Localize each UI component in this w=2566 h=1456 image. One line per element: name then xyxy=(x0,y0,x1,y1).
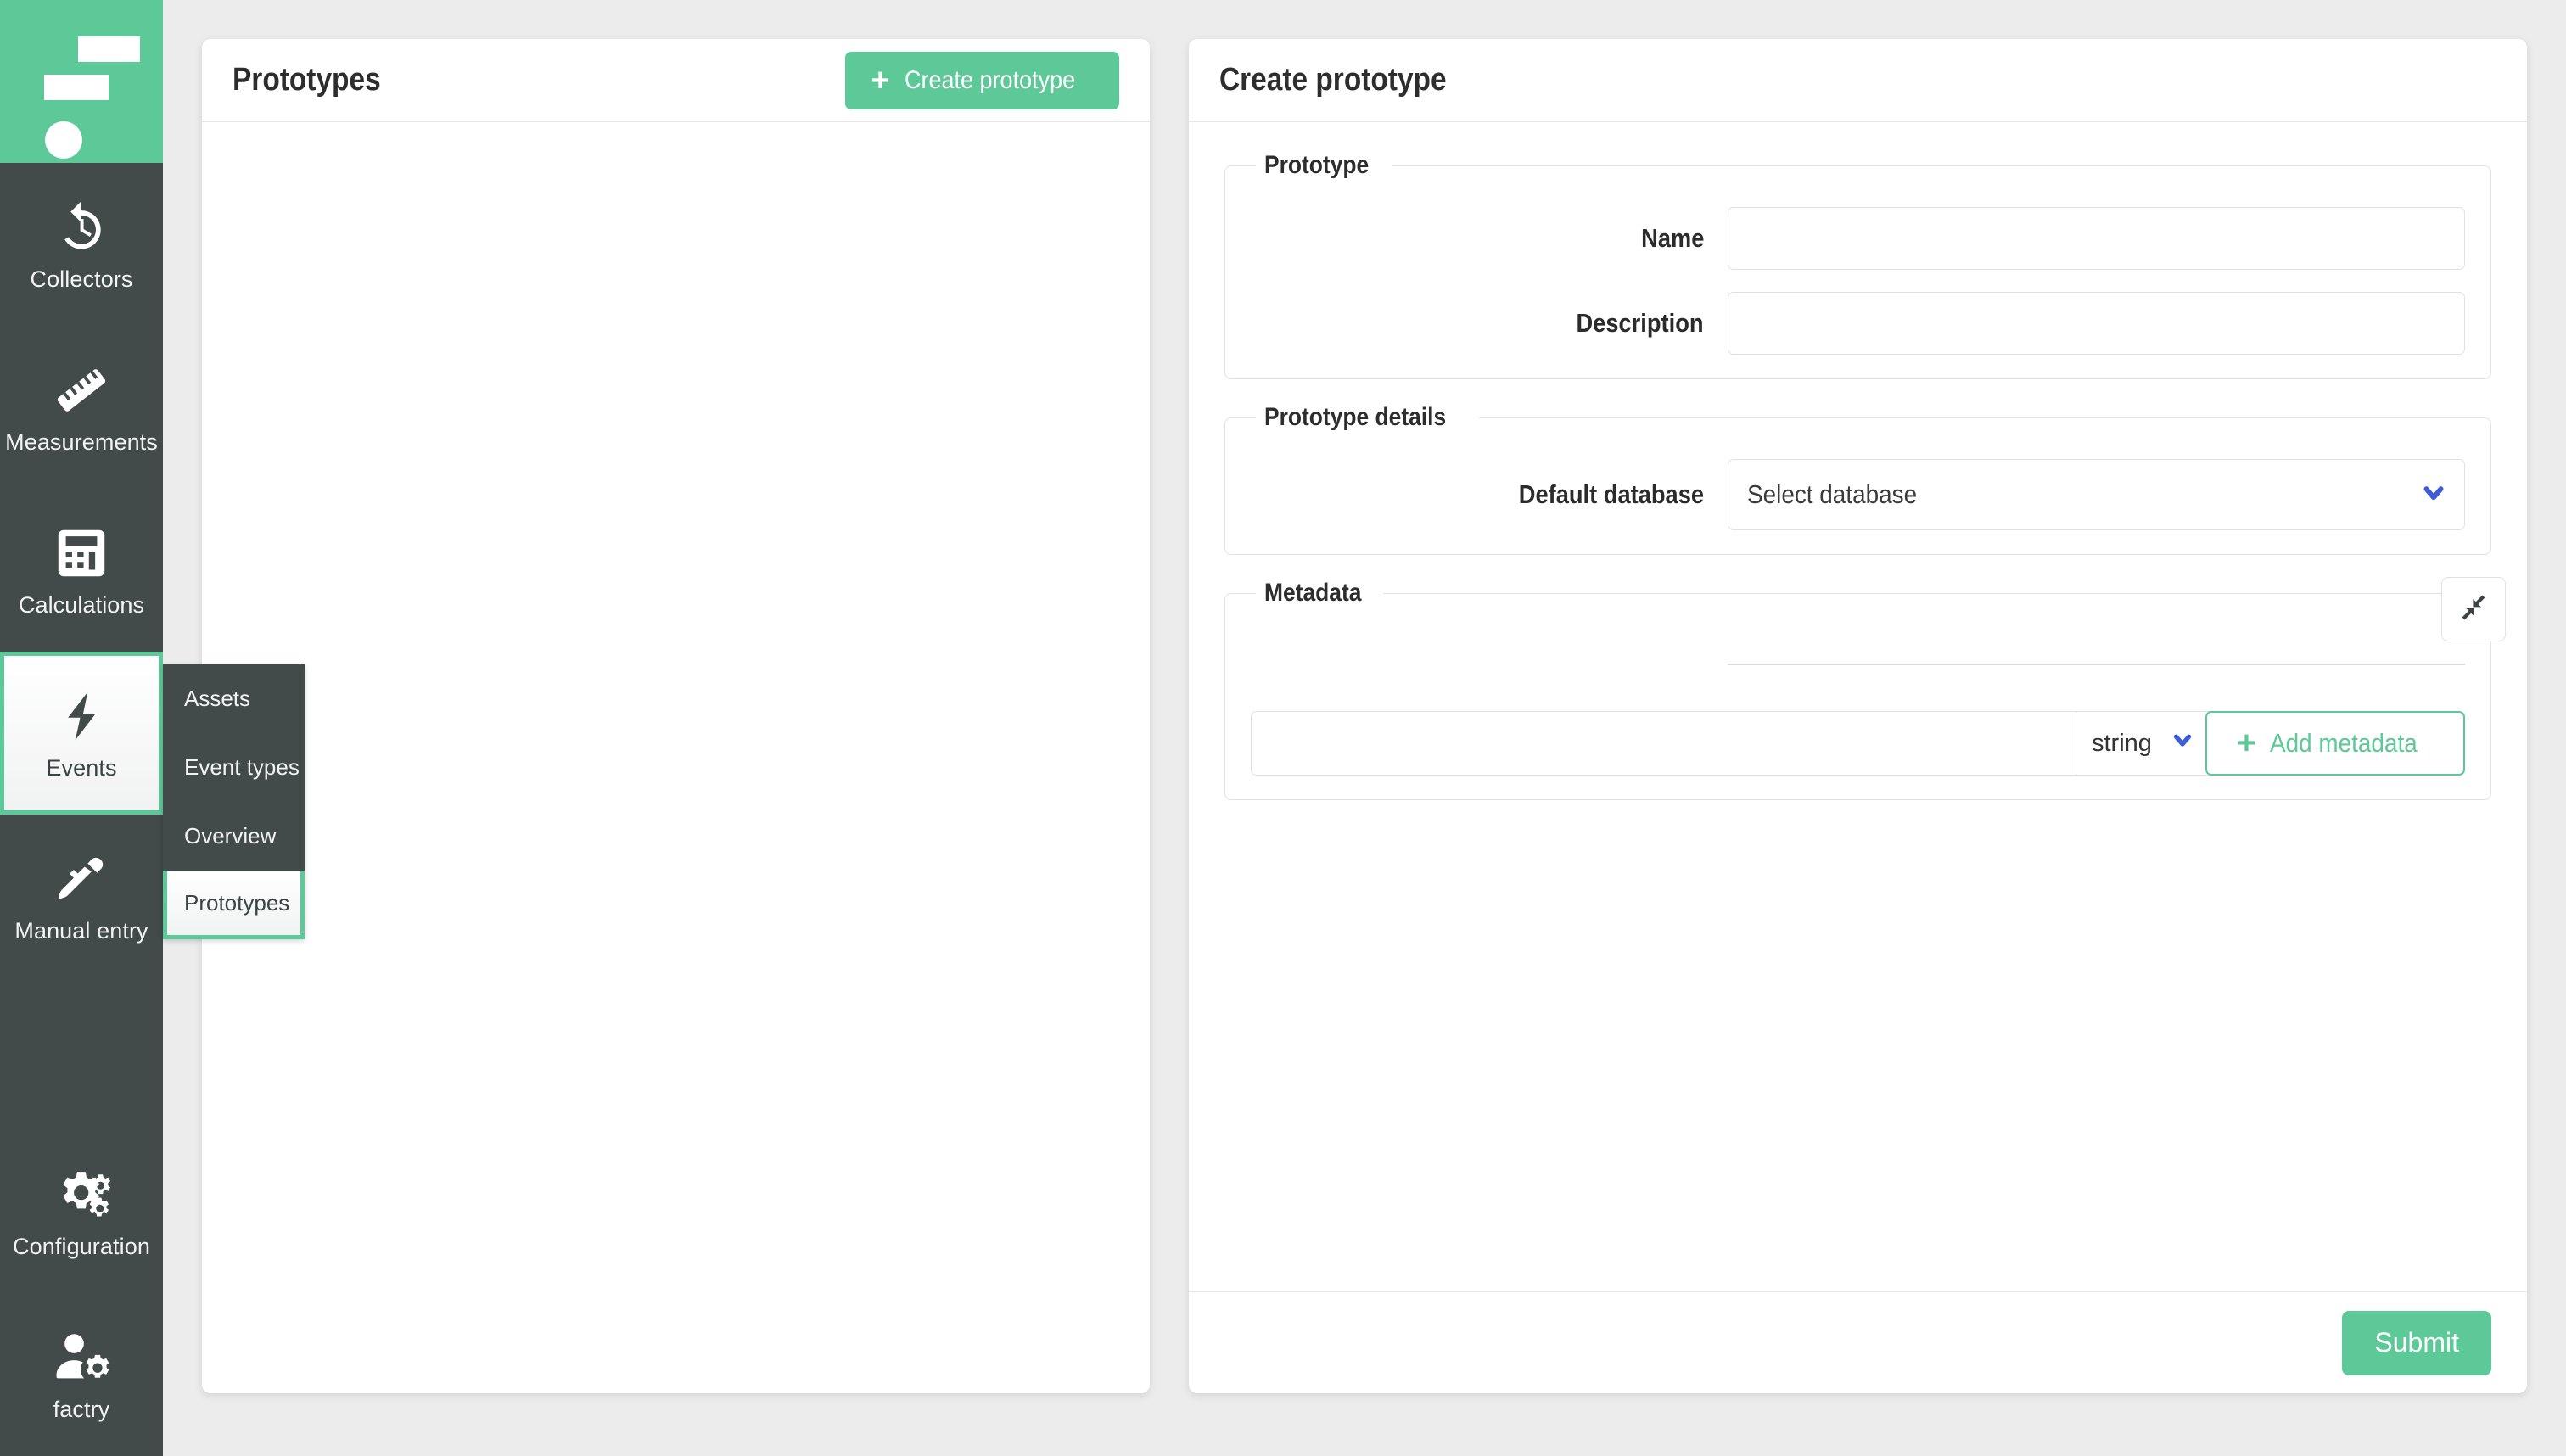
sidebar-item-label: Collectors xyxy=(30,266,133,292)
sidebar: Collectors Measurements Calculations Eve… xyxy=(0,0,163,1456)
sidebar-item-measurements[interactable]: Measurements xyxy=(0,326,163,489)
submenu-item-overview[interactable]: Overview xyxy=(163,802,305,871)
sidebar-item-label: Configuration xyxy=(13,1233,150,1259)
sidebar-item-label: Events xyxy=(46,754,117,781)
app-root: Collectors Measurements Calculations Eve… xyxy=(0,0,2566,1456)
prototype-details-legend: Prototype details xyxy=(1264,403,1447,431)
logo-bar-top xyxy=(78,36,140,62)
name-field-row: Name xyxy=(1251,207,2465,270)
description-field-row: Description xyxy=(1251,292,2465,355)
plus-icon: + xyxy=(871,62,890,98)
metadata-divider-row xyxy=(1251,664,2465,665)
logo-bar-middle xyxy=(44,75,109,100)
create-prototype-button-label: Create prototype xyxy=(904,65,1075,94)
sidebar-item-label: Calculations xyxy=(18,591,145,618)
user-gear-icon xyxy=(53,1329,110,1386)
prototypes-list-body xyxy=(202,122,1150,1393)
submenu-item-label: Overview xyxy=(184,823,277,848)
sidebar-item-label: Manual entry xyxy=(14,917,148,944)
sidebar-item-calculations[interactable]: Calculations xyxy=(0,489,163,652)
pen-icon xyxy=(53,850,110,908)
default-database-row: Default database Select database xyxy=(1251,459,2465,530)
sidebar-item-label: factry xyxy=(53,1396,110,1422)
prototype-details-fieldset: Prototype details Default database Selec… xyxy=(1224,403,2491,555)
name-field-label: Name xyxy=(1640,223,1704,253)
metadata-type-selected-value: string xyxy=(2092,729,2152,757)
app-logo[interactable] xyxy=(0,0,163,163)
metadata-divider xyxy=(1728,664,2465,665)
create-prototype-footer: Submit xyxy=(1189,1291,2527,1393)
metadata-key-input[interactable] xyxy=(1252,712,2076,775)
create-prototype-button[interactable]: + Create prototype xyxy=(845,51,1119,109)
sidebar-item-configuration[interactable]: Configuration xyxy=(0,1130,163,1293)
sidebar-item-label: Measurements xyxy=(5,428,158,455)
calculator-icon xyxy=(53,524,110,582)
lightning-bolt-icon xyxy=(53,687,110,745)
compress-arrows-icon xyxy=(2459,593,2488,626)
default-database-select[interactable]: Select database xyxy=(1728,459,2465,530)
ruler-icon xyxy=(53,361,110,419)
prototype-fieldset-legend: Prototype xyxy=(1264,151,1370,179)
submenu-item-prototypes[interactable]: Prototypes xyxy=(163,871,305,939)
submenu-item-label: Event types xyxy=(184,754,300,780)
prototypes-card-header: Prototypes + Create prototype xyxy=(202,39,1150,122)
prototypes-list-card: Prototypes + Create prototype xyxy=(202,39,1150,1393)
description-input[interactable] xyxy=(1728,292,2465,355)
prototype-fieldset: Prototype Name Description xyxy=(1224,151,2491,379)
create-prototype-card: Create prototype Prototype Name Descript… xyxy=(1189,39,2527,1393)
add-metadata-button-label: Add metadata xyxy=(2269,728,2418,758)
page-title: Prototypes xyxy=(233,62,381,98)
add-metadata-button[interactable]: + Add metadata xyxy=(2205,711,2465,776)
gears-icon xyxy=(53,1166,110,1224)
metadata-collapse-button[interactable] xyxy=(2441,577,2506,641)
metadata-legend: Metadata xyxy=(1264,579,1362,607)
events-submenu: Assets Event types Overview Prototypes xyxy=(163,664,305,939)
default-database-label: Default database xyxy=(1518,479,1704,509)
name-input[interactable] xyxy=(1728,207,2465,270)
submenu-item-event-types[interactable]: Event types xyxy=(163,733,305,802)
submenu-item-assets[interactable]: Assets xyxy=(163,664,305,733)
submenu-item-label: Prototypes xyxy=(184,889,290,916)
create-prototype-form: Prototype Name Description Prototype det… xyxy=(1189,122,2527,1291)
sidebar-item-factry-user[interactable]: factry xyxy=(0,1293,163,1456)
sidebar-nav-list: Collectors Measurements Calculations Eve… xyxy=(0,163,163,1456)
submit-button[interactable]: Submit xyxy=(2342,1310,2491,1375)
metadata-entry-row: string + Add metadata xyxy=(1251,711,2465,776)
sidebar-item-collectors[interactable]: Collectors xyxy=(0,163,163,326)
plus-icon: + xyxy=(2237,725,2256,761)
sidebar-item-events[interactable]: Events xyxy=(0,652,163,815)
history-clock-icon xyxy=(53,199,110,256)
main-content: Prototypes + Create prototype Create pro… xyxy=(163,0,2566,1456)
logo-dot xyxy=(45,121,82,159)
metadata-fieldset: Metadata string + Add metadata xyxy=(1224,577,2506,800)
create-prototype-title: Create prototype xyxy=(1219,62,1447,98)
default-database-selected-value: Select database xyxy=(1747,479,1918,509)
description-field-label: Description xyxy=(1576,308,1704,338)
submenu-item-label: Assets xyxy=(184,686,251,711)
create-prototype-header: Create prototype xyxy=(1189,39,2527,122)
metadata-type-select[interactable]: string xyxy=(2076,712,2205,775)
sidebar-item-manual-entry[interactable]: Manual entry xyxy=(0,815,163,977)
chevron-down-icon xyxy=(2170,727,2195,759)
